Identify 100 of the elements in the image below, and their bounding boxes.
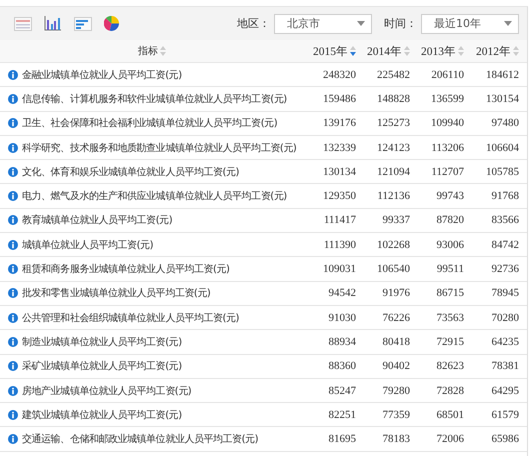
table-cell-text: 88360 xyxy=(328,360,356,372)
column-header[interactable]: 2014年 xyxy=(367,44,402,58)
indicator-name: 公共管理和社会组织城镇单位就业人员平均工资(元) xyxy=(22,312,240,325)
info-icon[interactable] xyxy=(8,264,18,274)
table-cell-text: 86715 xyxy=(436,287,464,300)
info-icon[interactable] xyxy=(8,336,18,347)
table-cell-text: 81695 xyxy=(328,433,356,446)
table-cell-text: 130134 xyxy=(322,166,356,178)
horizontal-bar-chart-icon[interactable] xyxy=(74,16,92,30)
pie-chart-icon[interactable] xyxy=(104,16,119,31)
table-cell-text: 68501 xyxy=(436,408,464,421)
table-cell-text: 64295 xyxy=(490,384,519,396)
info-icon[interactable] xyxy=(8,386,18,396)
info-icon[interactable] xyxy=(8,191,18,202)
table-cell-text: 99511 xyxy=(436,263,464,276)
info-icon[interactable] xyxy=(8,118,18,128)
sort-icon[interactable] xyxy=(350,46,356,56)
table-cell-text: 106540 xyxy=(376,263,410,276)
table-cell-text: 83566 xyxy=(490,214,519,226)
table-cell-text: 136599 xyxy=(430,92,464,105)
table-cell-text: 99743 xyxy=(436,190,464,202)
indicator-name: 采矿业城镇单位就业人员平均工资(元) xyxy=(22,360,182,374)
table-cell-text: 248320 xyxy=(322,68,356,81)
indicator-name: 房地产业城镇单位就业人员平均工资(元) xyxy=(22,384,192,398)
info-icon[interactable] xyxy=(8,312,18,323)
dropdown[interactable]: 最近10年 xyxy=(421,14,519,34)
indicator-name: 金融业城镇单位就业人员平均工资(元) xyxy=(22,68,182,82)
table-cell-text: 184612 xyxy=(485,68,519,81)
column-header[interactable]: 2012年 xyxy=(476,44,511,58)
indicator-name: 电力、燃气及水的生产和供应业城镇单位就业人员平均工资(元) xyxy=(22,190,287,204)
indicator-name: 城镇单位就业人员平均工资(元) xyxy=(22,238,154,252)
table-cell-text: 85247 xyxy=(328,384,356,396)
column-header[interactable]: 指标 xyxy=(138,44,158,58)
info-icon[interactable] xyxy=(8,70,18,80)
info-icon[interactable] xyxy=(8,288,18,298)
table-cell-text: 79280 xyxy=(382,384,410,396)
table-cell-text: 206110 xyxy=(430,68,464,81)
table-cell-text: 109940 xyxy=(430,117,464,130)
caret-icon xyxy=(504,21,512,26)
info-icon[interactable] xyxy=(8,215,18,226)
table-cell-text: 78183 xyxy=(382,433,410,446)
table-cell-text: 73563 xyxy=(436,312,464,324)
filter-label: 地区： xyxy=(237,16,270,31)
table-cell-text: 90402 xyxy=(382,360,410,372)
info-icon[interactable] xyxy=(8,94,18,104)
table-cell-text: 64235 xyxy=(490,336,519,348)
indicator-name: 文化、体育和娱乐业城镇单位就业人员平均工资(元) xyxy=(22,166,240,179)
table-cell-text: 111417 xyxy=(322,214,356,226)
info-icon[interactable] xyxy=(8,166,18,177)
info-icon[interactable] xyxy=(8,240,18,250)
table-cell-text: 77359 xyxy=(382,408,410,421)
table-cell-text: 92736 xyxy=(490,263,519,276)
table-cell-text: 130154 xyxy=(485,92,519,105)
table-cell-text: 82623 xyxy=(436,360,464,372)
table-cell-text: 129350 xyxy=(322,190,356,202)
table-cell-text: 93006 xyxy=(436,238,464,251)
table-cell-text: 97480 xyxy=(490,117,519,130)
table-cell-text: 113206 xyxy=(430,142,464,154)
table-cell-text: 72006 xyxy=(436,433,464,446)
indicator-name: 租赁和商务服务业城镇单位就业人员平均工资(元) xyxy=(22,262,230,276)
table-cell-text: 72828 xyxy=(436,384,464,396)
table-cell-text: 106604 xyxy=(485,142,519,154)
column-header[interactable]: 2015年 xyxy=(313,44,348,58)
info-icon[interactable] xyxy=(8,361,18,372)
table-cell-text: 102268 xyxy=(376,238,410,251)
table-cell-text: 91976 xyxy=(382,287,410,300)
indicator-name: 科学研究、技术服务和地质勘查业城镇单位就业人员平均工资(元) xyxy=(22,142,296,155)
table-cell-text: 65986 xyxy=(490,433,519,446)
table-cell-text: 91768 xyxy=(490,190,519,202)
indicator-name: 教育城镇单位就业人员平均工资(元) xyxy=(22,214,172,228)
indicator-name: 交通运输、仓储和邮政业城镇单位就业人员平均工资(元) xyxy=(22,432,258,446)
bar-chart-icon[interactable] xyxy=(44,16,62,31)
info-icon[interactable] xyxy=(8,434,18,444)
table-cell-text: 72915 xyxy=(436,336,464,348)
table-cell-text: 109031 xyxy=(322,263,356,276)
table-cell-text: 111390 xyxy=(322,238,356,251)
table-cell-text: 70280 xyxy=(490,312,519,324)
table-cell-text: 105785 xyxy=(485,166,519,178)
filter-label: 时间： xyxy=(384,16,417,31)
table-cell-text: 78381 xyxy=(490,360,519,372)
info-icon[interactable] xyxy=(8,142,18,153)
table-cell-text: 139176 xyxy=(322,117,356,130)
caret-icon xyxy=(357,21,365,26)
table-cell-text: 94542 xyxy=(328,287,356,300)
table-cell-text: 87820 xyxy=(436,214,464,226)
table-cell-text: 121094 xyxy=(376,166,410,178)
table-cell-text: 125273 xyxy=(376,117,410,130)
table-cell-text: 112136 xyxy=(376,190,410,202)
indicator-name: 批发和零售业城镇单位就业人员平均工资(元) xyxy=(22,286,210,300)
info-icon[interactable] xyxy=(8,410,18,420)
table-cell-text: 112707 xyxy=(430,166,464,178)
indicator-name: 卫生、社会保障和社会福利业城镇单位就业人员平均工资(元) xyxy=(22,116,278,130)
table-cell-text: 88934 xyxy=(328,336,356,348)
table-cell-text: 76226 xyxy=(382,312,410,324)
dropdown[interactable]: 北京市 xyxy=(274,14,372,34)
table-cell-text: 99337 xyxy=(382,214,410,226)
indicator-name: 建筑业城镇单位就业人员平均工资(元) xyxy=(22,408,182,422)
column-header[interactable]: 2013年 xyxy=(421,44,456,58)
indicator-name: 制造业城镇单位就业人员平均工资(元) xyxy=(22,336,182,349)
table-cell-text: 84742 xyxy=(490,238,519,251)
